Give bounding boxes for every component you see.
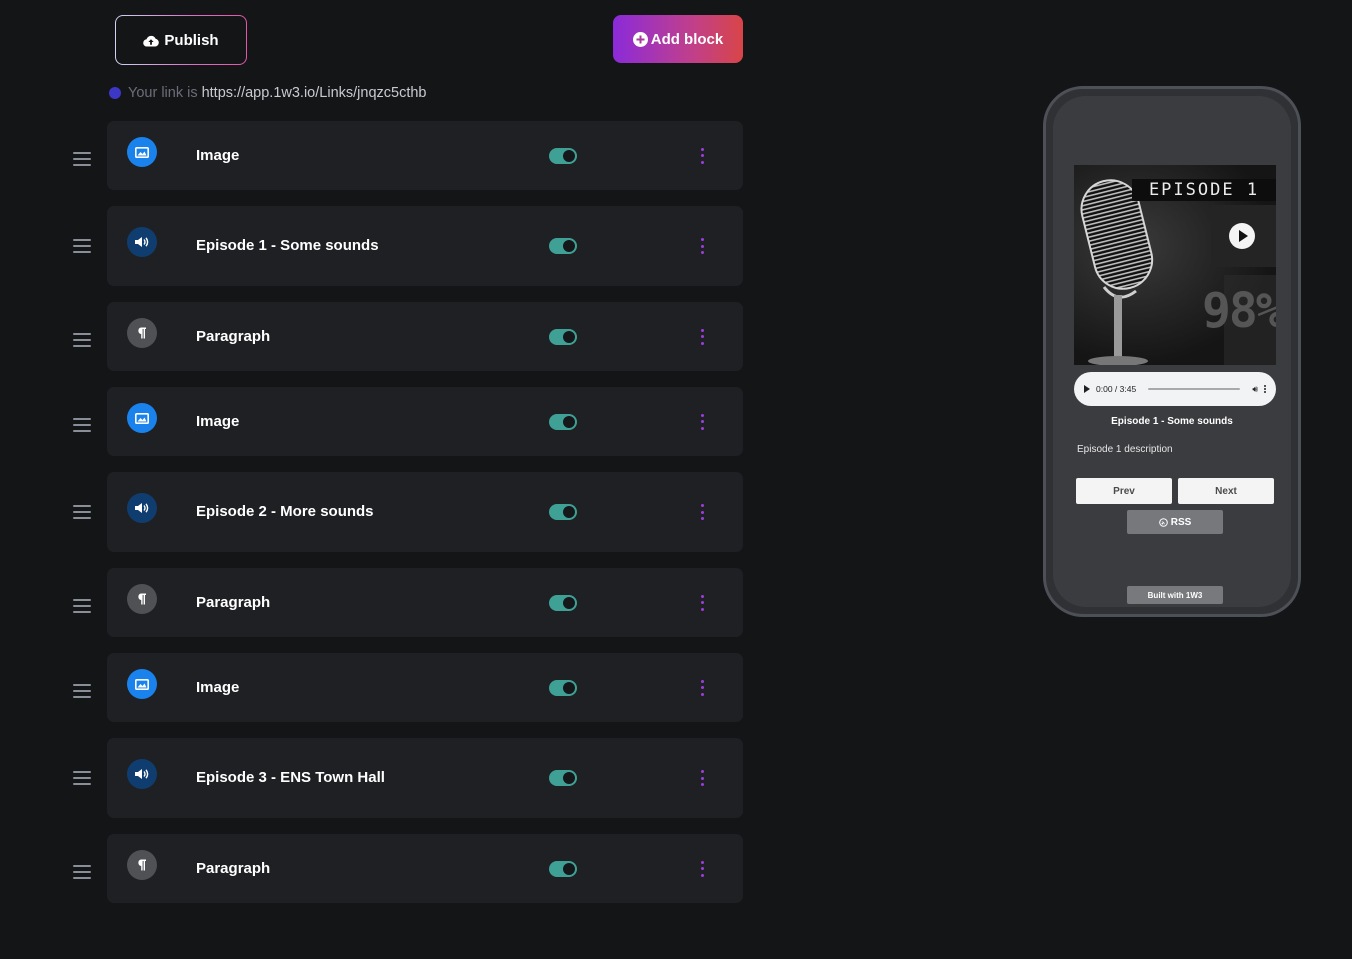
cover-banner-text: EPISODE 1 bbox=[1132, 179, 1276, 201]
add-block-label: Add block bbox=[650, 30, 724, 48]
block-title: Episode 2 - More sounds bbox=[196, 503, 374, 520]
block-visibility-toggle[interactable] bbox=[549, 504, 577, 520]
block-row[interactable]: Paragraph bbox=[107, 302, 743, 371]
toggle-knob bbox=[563, 596, 575, 609]
toggle-knob bbox=[563, 772, 575, 784]
image-icon bbox=[127, 403, 157, 433]
toggle-knob bbox=[563, 330, 575, 343]
episode-title: Episode 1 - Some sounds bbox=[1111, 416, 1233, 427]
phone-preview: EPISODE 1 98% 0:00 / 3:45 🔊︎ Episode 1 -… bbox=[1043, 86, 1301, 617]
block-title: Paragraph bbox=[196, 859, 271, 877]
block-title: Episode 1 - Some sounds bbox=[196, 237, 379, 254]
more-options-icon[interactable] bbox=[695, 860, 709, 878]
block-title: Image bbox=[196, 678, 240, 696]
block-visibility-toggle[interactable] bbox=[549, 860, 577, 877]
play-icon[interactable] bbox=[1084, 385, 1090, 393]
audio-player[interactable]: 0:00 / 3:45 🔊︎ bbox=[1074, 372, 1276, 406]
toggle-knob bbox=[563, 149, 575, 162]
phone-screen: EPISODE 1 98% 0:00 / 3:45 🔊︎ Episode 1 -… bbox=[1053, 96, 1291, 607]
block-title: Image bbox=[196, 146, 240, 164]
link-label: Your link is bbox=[128, 85, 198, 101]
more-options-icon[interactable] bbox=[695, 503, 709, 521]
seek-slider[interactable] bbox=[1148, 388, 1241, 390]
speaker-icon bbox=[127, 759, 157, 789]
block-visibility-toggle[interactable] bbox=[549, 328, 577, 345]
toggle-knob bbox=[563, 240, 575, 252]
add-block-button[interactable]: Add block bbox=[613, 15, 743, 63]
toggle-knob bbox=[563, 506, 575, 518]
drag-handle-icon[interactable] bbox=[73, 505, 91, 519]
speaker-icon bbox=[127, 227, 157, 257]
drag-handle-icon[interactable] bbox=[73, 333, 91, 347]
drag-handle-icon[interactable] bbox=[73, 239, 91, 253]
more-options-icon[interactable] bbox=[695, 328, 709, 346]
block-row[interactable]: Episode 2 - More sounds bbox=[107, 472, 743, 552]
more-options-icon[interactable] bbox=[695, 594, 709, 612]
pilcrow-icon bbox=[127, 850, 157, 880]
block-visibility-toggle[interactable] bbox=[549, 770, 577, 786]
block-row[interactable]: Image bbox=[107, 387, 743, 456]
more-options-icon[interactable] bbox=[695, 237, 709, 255]
block-row[interactable]: Episode 3 - ENS Town Hall bbox=[107, 738, 743, 818]
block-row[interactable]: Image bbox=[107, 653, 743, 722]
prev-button[interactable]: Prev bbox=[1076, 478, 1172, 504]
episode-cover-image: EPISODE 1 98% bbox=[1074, 165, 1276, 365]
pilcrow-icon bbox=[127, 318, 157, 348]
image-icon bbox=[127, 137, 157, 167]
cover-text: 98% bbox=[1202, 283, 1276, 339]
block-title: Episode 3 - ENS Town Hall bbox=[196, 769, 385, 786]
rss-label: RSS bbox=[1170, 516, 1192, 528]
image-icon bbox=[127, 669, 157, 699]
drag-handle-icon[interactable] bbox=[73, 865, 91, 879]
toggle-knob bbox=[563, 862, 575, 875]
cover-play-area bbox=[1211, 205, 1276, 267]
rss-button[interactable]: RSS bbox=[1127, 510, 1223, 534]
plus-circle-icon bbox=[632, 31, 648, 47]
publish-button-inner: Publish bbox=[116, 16, 246, 64]
play-circle-icon[interactable] bbox=[1229, 223, 1255, 249]
more-options-icon[interactable] bbox=[695, 413, 709, 431]
block-title: Paragraph bbox=[196, 327, 271, 345]
player-more-icon[interactable] bbox=[1264, 385, 1266, 393]
more-options-icon[interactable] bbox=[695, 679, 709, 697]
block-row[interactable]: Paragraph bbox=[107, 834, 743, 903]
next-button[interactable]: Next bbox=[1178, 478, 1274, 504]
block-visibility-toggle[interactable] bbox=[549, 147, 577, 164]
volume-icon[interactable]: 🔊︎ bbox=[1252, 384, 1258, 395]
drag-handle-icon[interactable] bbox=[73, 684, 91, 698]
publish-label: Publish bbox=[164, 31, 219, 49]
more-options-icon[interactable] bbox=[695, 769, 709, 787]
block-row[interactable]: Episode 1 - Some sounds bbox=[107, 206, 743, 286]
block-visibility-toggle[interactable] bbox=[549, 594, 577, 611]
toggle-knob bbox=[563, 415, 575, 428]
block-row[interactable]: Image bbox=[107, 121, 743, 190]
episode-description: Episode 1 description bbox=[1077, 444, 1173, 455]
rss-icon bbox=[1158, 517, 1168, 527]
block-visibility-toggle[interactable] bbox=[549, 679, 577, 696]
player-time: 0:00 / 3:45 bbox=[1096, 384, 1137, 394]
block-row[interactable]: Paragraph bbox=[107, 568, 743, 637]
page-link-row: Your link is https://app.1w3.io/Links/jn… bbox=[109, 84, 426, 102]
toggle-knob bbox=[563, 681, 575, 694]
drag-handle-icon[interactable] bbox=[73, 599, 91, 613]
drag-handle-icon[interactable] bbox=[73, 152, 91, 166]
page-link-url[interactable]: https://app.1w3.io/Links/jnqzc5cthb bbox=[202, 85, 427, 101]
drag-handle-icon[interactable] bbox=[73, 418, 91, 432]
speaker-icon bbox=[127, 493, 157, 523]
pilcrow-icon bbox=[127, 584, 157, 614]
more-options-icon[interactable] bbox=[695, 147, 709, 165]
block-title: Paragraph bbox=[196, 593, 271, 611]
cloud-upload-icon bbox=[143, 35, 160, 47]
block-visibility-toggle[interactable] bbox=[549, 238, 577, 254]
publish-button[interactable]: Publish bbox=[115, 15, 247, 65]
editor-app: Publish Add block Your link is https://a… bbox=[0, 0, 1352, 959]
drag-handle-icon[interactable] bbox=[73, 771, 91, 785]
status-dot-icon bbox=[109, 87, 121, 99]
block-title: Image bbox=[196, 412, 240, 430]
built-with-badge[interactable]: Built with 1W3 bbox=[1127, 586, 1223, 604]
block-visibility-toggle[interactable] bbox=[549, 413, 577, 430]
